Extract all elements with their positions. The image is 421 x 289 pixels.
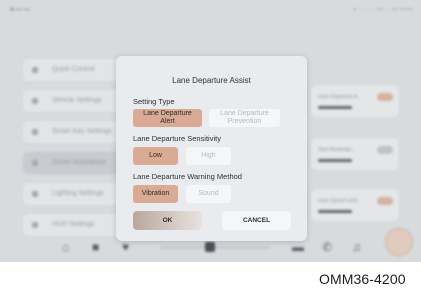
option-lane-departure-prevention[interactable]: Lane Departure Prevention	[209, 109, 280, 127]
option-lane-departure-alert[interactable]: Lane Departure Alert	[133, 109, 202, 127]
figure-code: OMM36-4200	[319, 271, 406, 287]
option-sensitivity-low[interactable]: Low	[133, 147, 178, 165]
cancel-button[interactable]: CANCEL	[222, 211, 291, 230]
warning-method-label: Lane Departure Warning Method	[133, 172, 242, 181]
infotainment-screen: ■ ▪▪▪ ▪▪▪ ▪ ◦ ◦ ◦ ▪▪ ◦ ▪▪ ▪▪▪▪ Quick Con…	[0, 0, 421, 262]
sensitivity-label: Lane Departure Sensitivity	[133, 134, 221, 143]
dialog-title: Lane Departure Assist	[172, 76, 251, 85]
lane-departure-assist-dialog: Lane Departure Assist Setting Type Lane …	[116, 56, 307, 241]
setting-type-label: Setting Type	[133, 97, 175, 106]
option-sound[interactable]: Sound	[186, 185, 231, 203]
ok-button[interactable]: OK	[133, 211, 202, 230]
option-vibration[interactable]: Vibration	[133, 185, 178, 203]
option-sensitivity-high[interactable]: High	[186, 147, 231, 165]
